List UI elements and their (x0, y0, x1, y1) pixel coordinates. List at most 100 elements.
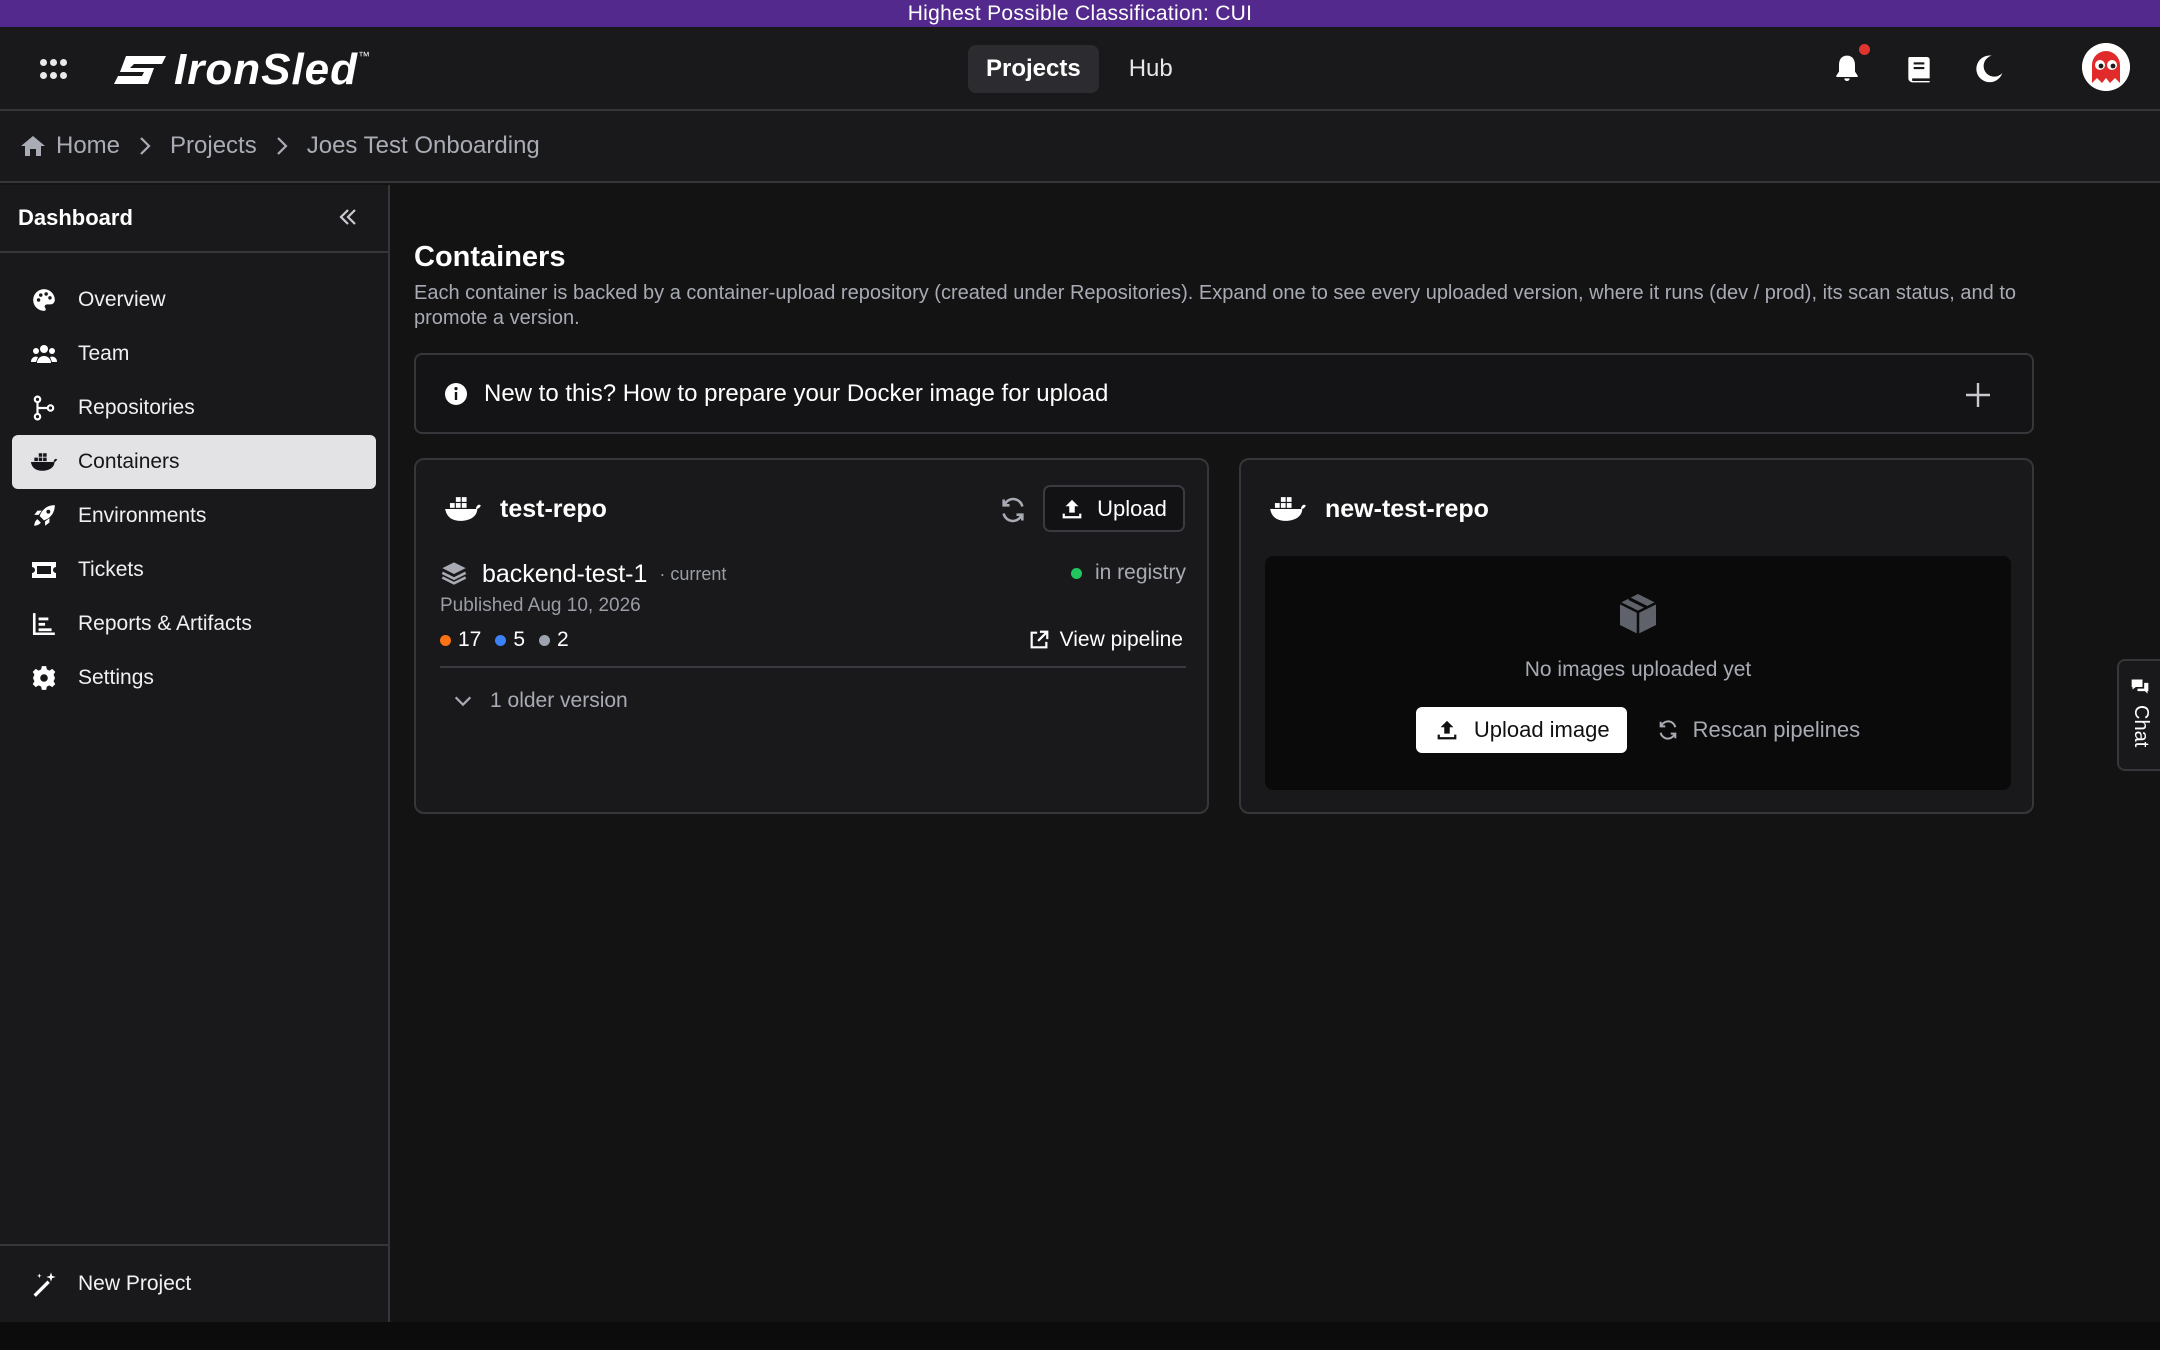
bell-icon[interactable] (1831, 53, 1863, 85)
apps-grid-icon[interactable] (40, 59, 67, 79)
sidebar-item-reports[interactable]: Reports & Artifacts (12, 597, 376, 651)
container-card-test-repo: test-repo Upload backend-test-1 · curren… (414, 458, 1209, 814)
registry-status: in registry (1070, 561, 1186, 585)
sidebar-item-settings[interactable]: Settings (12, 651, 376, 705)
avatar-ghost-icon (2082, 43, 2130, 91)
version-tag: · current (659, 563, 727, 584)
chevron-right-icon (140, 137, 151, 155)
chart-icon (32, 613, 55, 636)
scan-counts: 17 5 2 (440, 628, 583, 652)
users-icon (30, 345, 58, 363)
sidebar: Dashboard Overview Team Repositories Con… (0, 185, 390, 1322)
docker-help-accordion[interactable]: New to this? How to prepare your Docker … (414, 353, 2034, 434)
bottom-strip (0, 1322, 2160, 1350)
upload-label: Upload (1097, 495, 1167, 521)
version-name: backend-test-1 (482, 559, 648, 588)
upload-icon (1062, 499, 1082, 518)
ticket-icon (32, 562, 56, 578)
sidebar-item-label: Settings (78, 666, 154, 689)
sidebar-item-label: Team (78, 342, 130, 365)
breadcrumb-current-project[interactable]: Joes Test Onboarding (307, 132, 540, 160)
nav-projects[interactable]: Projects (968, 45, 1099, 93)
sidebar-item-team[interactable]: Team (12, 327, 376, 381)
nav-hub[interactable]: Hub (1111, 45, 1191, 93)
magic-wand-icon (33, 1272, 56, 1297)
breadcrumb-home[interactable]: Home (56, 132, 120, 160)
sidebar-item-environments[interactable]: Environments (12, 489, 376, 543)
user-avatar[interactable] (2082, 43, 2130, 91)
sidebar-item-repositories[interactable]: Repositories (12, 381, 376, 435)
divider (440, 666, 1186, 668)
sidebar-item-label: Reports & Artifacts (78, 612, 252, 635)
sidebar-item-label: Repositories (78, 396, 195, 419)
card-header: test-repo (444, 493, 607, 525)
collapse-sidebar-icon[interactable] (336, 205, 360, 229)
refresh-icon (1659, 720, 1676, 740)
chat-label: Chat (2130, 705, 2152, 748)
sidebar-item-label: Containers (78, 450, 180, 473)
logo-text: IronSled (174, 45, 359, 94)
dark-mode-moon-icon[interactable] (1973, 53, 2005, 85)
logo-mark-icon (114, 56, 166, 84)
card-title: test-repo (500, 494, 607, 523)
breadcrumb-projects[interactable]: Projects (170, 132, 257, 160)
main-content: Containers Each container is backed by a… (392, 185, 2160, 1322)
rescan-pipelines-button[interactable]: Rescan pipelines (1657, 717, 1860, 743)
info-icon (445, 382, 467, 405)
app-logo[interactable]: IronSled ™ (112, 45, 370, 95)
scan-count-blue: 5 (495, 628, 525, 652)
logo-trademark: ™ (358, 49, 371, 63)
refresh-icon[interactable] (999, 496, 1027, 524)
sidebar-nav: Overview Team Repositories Containers En… (0, 253, 388, 705)
rocket-icon (34, 505, 55, 526)
upload-image-label: Upload image (1473, 717, 1610, 742)
chevron-down-icon (454, 696, 472, 707)
upload-image-button[interactable]: Upload image (1415, 707, 1627, 753)
docker-icon (445, 497, 481, 521)
card-header: new-test-repo (1269, 493, 1489, 525)
empty-state: No images uploaded yet Upload image Resc… (1265, 556, 2011, 790)
card-title: new-test-repo (1325, 494, 1489, 523)
new-project-button[interactable]: New Project (0, 1244, 388, 1322)
upload-button[interactable]: Upload (1043, 485, 1185, 532)
new-project-label: New Project (78, 1272, 192, 1295)
sidebar-item-label: Environments (78, 504, 207, 527)
empty-text: No images uploaded yet (1524, 658, 1752, 681)
view-pipeline-link[interactable]: View pipeline (1028, 628, 1183, 652)
top-bar: IronSled ™ Projects Hub (0, 27, 2160, 111)
page-description: Each container is backed by a container-… (414, 282, 2017, 329)
status-dot (1070, 567, 1082, 579)
help-text: New to this? How to prepare your Docker … (484, 379, 1109, 407)
gear-icon (32, 666, 56, 690)
breadcrumb: Home Projects Joes Test Onboarding (0, 111, 2160, 183)
published-date: Published Aug 10, 2026 (440, 595, 641, 616)
sidebar-item-label: Overview (78, 288, 166, 311)
version-row[interactable]: backend-test-1 · current in registry (440, 557, 1186, 591)
sidebar-item-tickets[interactable]: Tickets (12, 543, 376, 597)
chevron-right-icon (276, 137, 288, 155)
expand-plus-icon[interactable] (1964, 381, 1992, 409)
sidebar-item-label: Tickets (78, 558, 144, 581)
older-versions-toggle[interactable]: 1 older version (452, 689, 628, 713)
empty-actions: Upload image Rescan pipelines (1265, 707, 2011, 753)
upload-icon (1437, 720, 1457, 740)
chat-tab[interactable]: Chat (2117, 659, 2160, 771)
layers-icon (441, 562, 467, 585)
chat-bubbles-icon (2131, 679, 2149, 694)
external-link-icon (1030, 630, 1048, 649)
classification-banner: Highest Possible Classification: CUI (0, 0, 2160, 27)
docker-icon (30, 453, 58, 471)
sidebar-header: Dashboard (0, 185, 388, 253)
top-nav: Projects Hub (968, 45, 1191, 93)
notification-dot (1859, 44, 1870, 55)
box-icon (1619, 594, 1657, 634)
docs-book-icon[interactable] (1903, 53, 1935, 85)
view-pipeline-label: View pipeline (1059, 628, 1183, 651)
docker-icon (1270, 497, 1306, 521)
status-text: in registry (1094, 561, 1186, 584)
sidebar-title: Dashboard (18, 205, 133, 230)
home-icon[interactable] (20, 134, 46, 158)
sidebar-item-overview[interactable]: Overview (12, 273, 376, 327)
sidebar-item-containers[interactable]: Containers (12, 435, 376, 489)
container-card-new-test-repo: new-test-repo No images uploaded yet Upl… (1239, 458, 2034, 814)
